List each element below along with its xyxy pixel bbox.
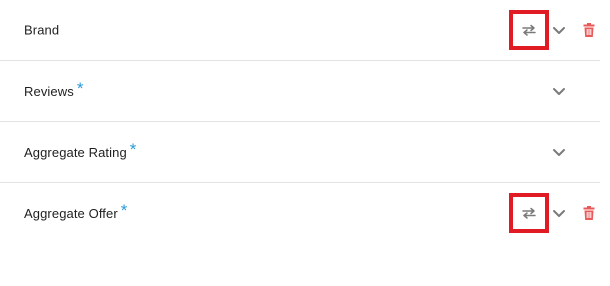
trash-icon[interactable] — [582, 206, 596, 220]
property-label: Reviews * — [24, 79, 84, 101]
property-name: Aggregate Offer — [24, 205, 118, 221]
required-asterisk: * — [129, 140, 137, 159]
chevron-down-icon[interactable] — [551, 205, 567, 221]
swap-icon — [522, 207, 536, 219]
property-name: Reviews — [24, 83, 74, 99]
property-row-aggregate-offer: Aggregate Offer * — [0, 183, 600, 243]
property-label: Aggregate Rating * — [24, 140, 137, 162]
property-row-reviews: Reviews * — [0, 61, 600, 122]
required-asterisk: * — [76, 79, 84, 98]
property-row-brand: Brand — [0, 0, 600, 61]
property-row-aggregate-rating: Aggregate Rating * — [0, 122, 600, 183]
swap-icon — [522, 24, 536, 36]
trash-icon[interactable] — [582, 23, 596, 37]
chevron-down-icon[interactable] — [551, 22, 567, 38]
property-name: Brand — [24, 22, 60, 38]
property-label: Brand — [24, 23, 62, 38]
property-list: Brand Reviews * Aggregate Rating * Aggre… — [0, 0, 600, 243]
property-name: Aggregate Rating — [24, 144, 127, 160]
required-asterisk: * — [120, 201, 128, 220]
swap-button[interactable] — [509, 193, 549, 233]
property-label: Aggregate Offer * — [24, 201, 128, 223]
chevron-down-icon[interactable] — [551, 144, 567, 160]
chevron-down-icon[interactable] — [551, 83, 567, 99]
swap-button[interactable] — [509, 10, 549, 50]
